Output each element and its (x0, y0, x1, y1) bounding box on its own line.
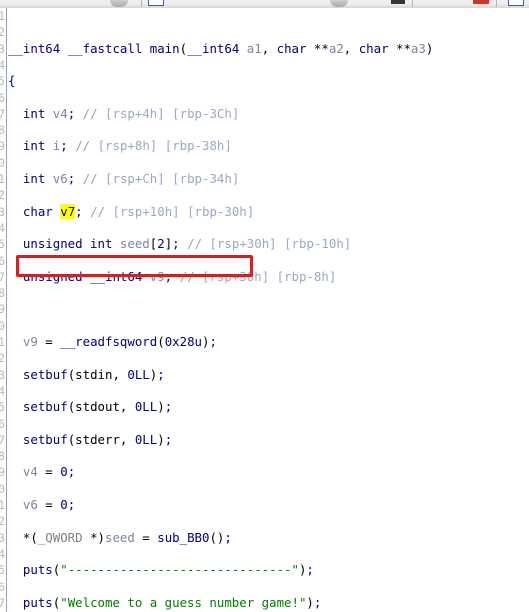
line-number: 26 (0, 416, 5, 431)
line-number: 9 (0, 139, 5, 154)
grey-button-icon[interactable] (330, 0, 348, 7)
line-number: 6 (0, 90, 5, 105)
line-number: 19 (0, 302, 5, 317)
code-line[interactable]: int i; // [rsp+8h] [rbp-38h] (8, 138, 529, 154)
line-number: 23 (0, 367, 5, 382)
code-line[interactable]: puts("------------------------------"); (8, 562, 529, 578)
line-number: 35 (0, 563, 5, 578)
code-line[interactable] (8, 301, 529, 317)
line-number: 7 (0, 106, 5, 121)
red-stop-icon[interactable] (473, 0, 489, 4)
gutter-divider (6, 8, 7, 612)
line-number: 27 (0, 432, 5, 447)
line-number: 32 (0, 514, 5, 529)
line-number: 5 (0, 74, 5, 89)
line-number: 16 (0, 253, 5, 268)
line-number: 24 (0, 383, 5, 398)
code-line[interactable]: v6 = 0; (8, 497, 529, 513)
line-number: 30 (0, 481, 5, 496)
line-number: 15 (0, 237, 5, 252)
code-line[interactable]: puts("Welcome to a guess number game!"); (8, 595, 529, 611)
line-number: 21 (0, 335, 5, 349)
code-line[interactable]: setbuf(stdin, 0LL); (8, 367, 529, 383)
line-number: 22 (0, 351, 5, 366)
line-number: 1 (0, 9, 5, 23)
code-line[interactable]: int v6; // [rsp+Ch] [rbp-34h] (8, 171, 529, 187)
code-line[interactable]: v9 = __readfsqword(0x28u); (8, 334, 529, 350)
code-line[interactable]: int v4; // [rsp+4h] [rbp-3Ch] (8, 106, 529, 122)
line-number: 8 (0, 123, 5, 138)
code-line[interactable]: unsigned int seed[2]; // [rsp+30h] [rbp-… (8, 236, 529, 252)
toolbar-separator-1 (141, 0, 142, 7)
line-number-gutter: 1234567891011121314151617181920212223242… (0, 8, 7, 612)
window-icon[interactable] (148, 0, 164, 6)
toolbar-separator-2 (412, 0, 413, 7)
line-number: 33 (0, 530, 5, 545)
line-number: 31 (0, 498, 5, 512)
line-number: 17 (0, 269, 5, 284)
line-number: 20 (0, 318, 5, 333)
toolbar-separator-3 (496, 0, 497, 7)
line-number: 3 (0, 41, 5, 56)
line-number: 36 (0, 579, 5, 594)
code-line[interactable]: char v7; // [rsp+10h] [rbp-30h] (8, 203, 529, 220)
line-number: 13 (0, 204, 5, 219)
highlighted-symbol-v7[interactable]: v7 (60, 203, 76, 219)
line-number: 28 (0, 449, 5, 464)
dark-box-icon[interactable] (391, 0, 405, 4)
line-number: 37 (0, 595, 5, 610)
code-line[interactable]: __int64 __fastcall main(__int64 a1, char… (8, 41, 529, 57)
back-arrow-icon[interactable] (110, 0, 128, 7)
line-number: 29 (0, 465, 5, 480)
line-number: 11 (0, 172, 5, 186)
code-line[interactable]: setbuf(stdout, 0LL); (8, 399, 529, 415)
code-line[interactable]: setbuf(stderr, 0LL); (8, 432, 529, 448)
pseudocode-editor[interactable]: 1234567891011121314151617181920212223242… (0, 8, 529, 612)
line-number: 10 (0, 155, 5, 170)
code-line[interactable]: { (8, 73, 529, 89)
blue-window-icon[interactable] (508, 0, 524, 6)
code-body[interactable]: __int64 __fastcall main(__int64 a1, char… (8, 8, 529, 612)
line-number: 4 (0, 57, 5, 72)
line-number: 34 (0, 546, 5, 561)
code-line[interactable]: unsigned __int64 v9; // [rsp+38h] [rbp-8… (8, 269, 529, 285)
line-number: 14 (0, 220, 5, 235)
line-number: 18 (0, 286, 5, 301)
line-number: 2 (0, 25, 5, 40)
code-line[interactable]: *(_QWORD *)seed = sub_BB0(); (8, 530, 529, 546)
line-number: 12 (0, 188, 5, 203)
code-line[interactable]: v4 = 0; (8, 464, 529, 480)
line-number: 25 (0, 400, 5, 415)
